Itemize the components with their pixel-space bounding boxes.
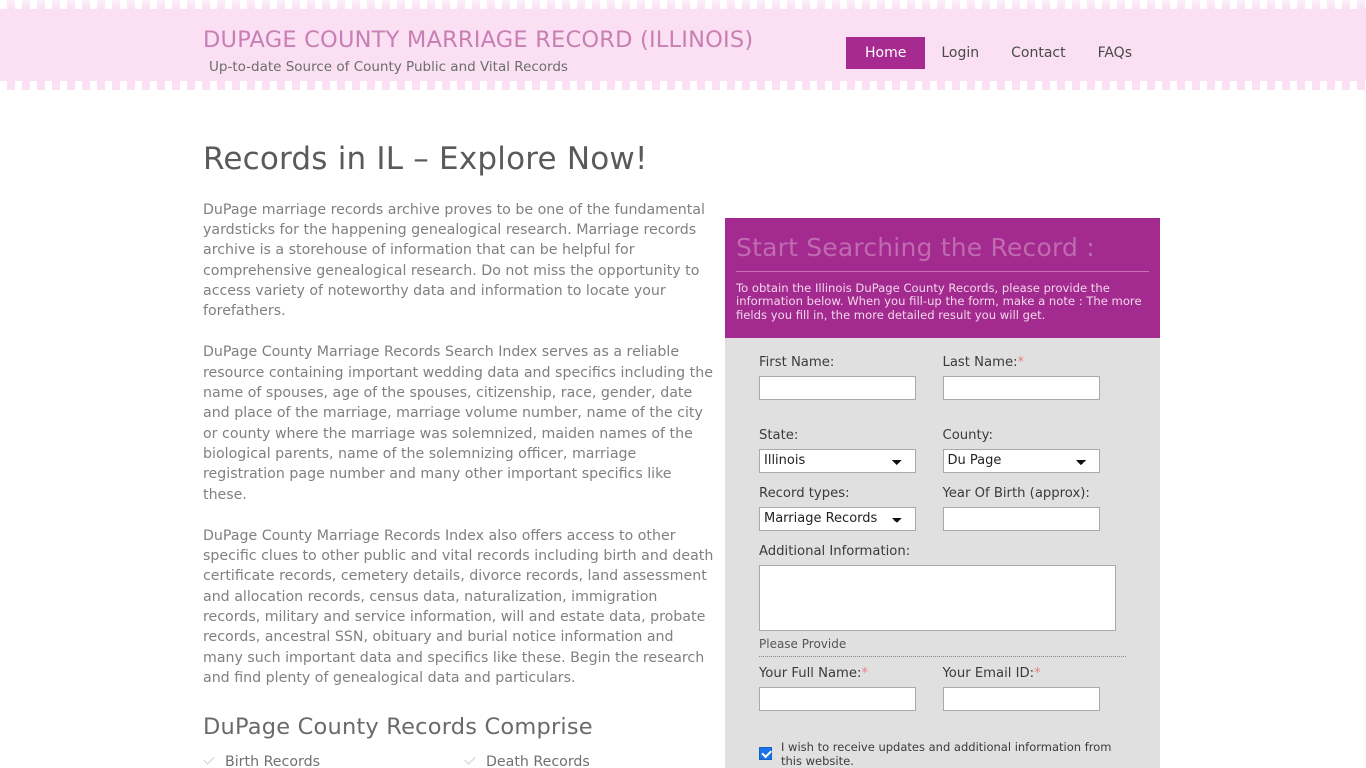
last-name-input[interactable] [942, 375, 1100, 400]
year-of-birth-field-group: Year Of Birth (approx): [942, 485, 1127, 531]
search-panel-title: Start Searching the Record : [736, 233, 1149, 272]
site-header: DUPAGE COUNTY MARRIAGE RECORD (ILLINOIS)… [0, 0, 1366, 90]
optin-label: I wish to receive updates and additional… [781, 739, 1112, 768]
required-marker: * [861, 665, 868, 681]
check-icon [464, 756, 477, 768]
check-icon [203, 756, 216, 768]
records-list: Birth Records Death Records Marriage Rec… [203, 754, 715, 768]
state-field-group: State: Illinois [759, 428, 943, 473]
record-label: Birth Records [225, 754, 320, 768]
county-field-group: County: Du Page [942, 427, 1127, 473]
last-name-label: Last Name:* [943, 355, 1127, 371]
name-field-row: First Name: Last Name:* [759, 355, 1126, 400]
county-label: County: [942, 427, 993, 443]
record-types-field-group: Record types: Marriage Records [759, 486, 943, 531]
year-of-birth-input[interactable] [942, 506, 1100, 531]
required-marker: * [1017, 354, 1025, 370]
content-column: Records in IL – Explore Now! DuPage marr… [203, 141, 715, 768]
state-label: State: [759, 427, 799, 443]
row-spacer [759, 473, 1126, 486]
record-types-select[interactable]: Marriage Records [759, 506, 916, 531]
perforated-edge-top-decoration [0, 0, 1366, 9]
email-field-group: Your Email ID:* [942, 666, 1127, 711]
optin-row[interactable]: I wish to receive updates and additional… [759, 740, 1126, 768]
full-name-field-group: Your Full Name:* [759, 666, 943, 711]
full-name-label: Your Full Name:* [759, 666, 943, 682]
brand: DUPAGE COUNTY MARRIAGE RECORD (ILLINOIS)… [203, 28, 753, 75]
list-item: Birth Records [203, 754, 464, 768]
email-label-text: Your Email ID: [942, 665, 1035, 681]
row-spacer [759, 400, 1126, 428]
additional-info-label: Additional Information: [759, 543, 911, 559]
optin-checkbox[interactable] [759, 747, 772, 761]
nav-item-login[interactable]: Login [925, 38, 995, 68]
intro-paragraph-1: DuPage marriage records archive proves t… [203, 201, 705, 320]
first-name-input[interactable] [759, 375, 916, 400]
last-name-label-text: Last Name: [942, 354, 1018, 370]
last-name-field-group: Last Name:* [942, 355, 1127, 400]
search-panel-body: First Name: Last Name:* State: Illinois [725, 338, 1160, 768]
list-item: Death Records [464, 754, 715, 768]
email-input[interactable] [942, 686, 1100, 711]
additional-info-field-group: Additional Information: [759, 544, 1126, 631]
intro-paragraph-3: DuPage County Marriage Records Index als… [203, 527, 714, 686]
site-tagline: Up-to-date Source of County Public and V… [209, 58, 568, 75]
main-navigation: Home Login Contact FAQs [845, 37, 1148, 69]
please-provide-note: Please Provide [759, 637, 1126, 657]
location-field-row: State: Illinois County: Du Page [759, 428, 1126, 473]
first-name-field-group: First Name: [759, 355, 943, 400]
header-inner: DUPAGE COUNTY MARRIAGE RECORD (ILLINOIS)… [0, 0, 1366, 90]
search-form-panel: Start Searching the Record : To obtain t… [725, 218, 1160, 768]
row-spacer [759, 531, 1126, 544]
email-label: Your Email ID:* [943, 666, 1127, 682]
page-body: Records in IL – Explore Now! DuPage marr… [0, 90, 1366, 768]
first-name-label: First Name: [759, 354, 835, 370]
nav-item-home[interactable]: Home [845, 37, 926, 69]
full-name-label-text: Your Full Name: [759, 665, 862, 681]
record-label: Death Records [486, 754, 590, 768]
intro-paragraph-2: DuPage County Marriage Records Search In… [203, 344, 713, 503]
state-select[interactable]: Illinois [759, 448, 916, 473]
record-types-label: Record types: [759, 485, 850, 501]
perforated-edge-bottom-decoration [0, 81, 1366, 90]
required-marker: * [1034, 665, 1041, 681]
page-title: Records in IL – Explore Now! [203, 141, 648, 177]
search-panel-description: To obtain the Illinois DuPage County Rec… [736, 280, 1142, 322]
additional-info-textarea[interactable] [759, 564, 1116, 631]
records-section-title: DuPage County Records Comprise [203, 714, 593, 741]
search-panel-header: Start Searching the Record : To obtain t… [725, 218, 1160, 338]
nav-item-contact[interactable]: Contact [995, 38, 1081, 68]
nav-item-faqs[interactable]: FAQs [1082, 38, 1148, 68]
site-title: DUPAGE COUNTY MARRIAGE RECORD (ILLINOIS) [203, 27, 754, 53]
record-type-field-row: Record types: Marriage Records Year Of B… [759, 486, 1126, 531]
full-name-input[interactable] [759, 686, 916, 711]
year-of-birth-label: Year Of Birth (approx): [942, 485, 1090, 501]
county-select[interactable]: Du Page [942, 448, 1100, 473]
contact-field-row: Your Full Name:* Your Email ID:* [759, 666, 1126, 711]
